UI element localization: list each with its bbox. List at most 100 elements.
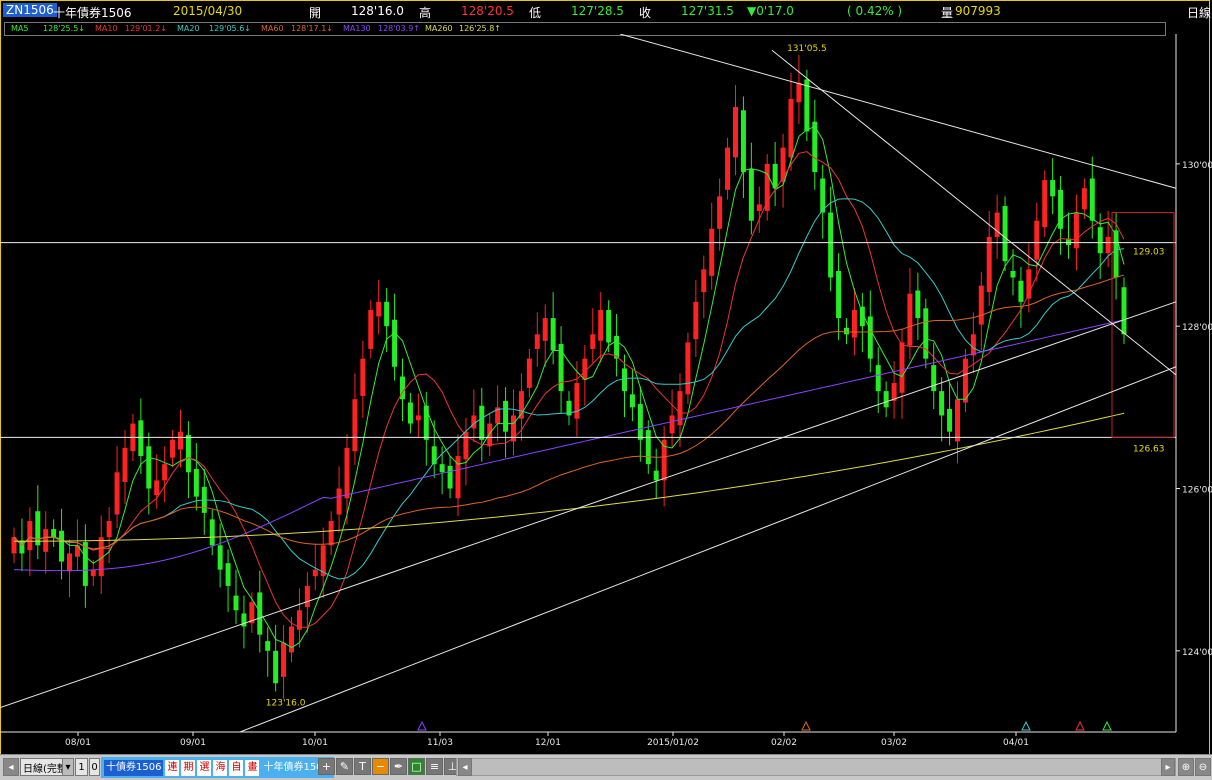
scroll-left-icon[interactable]: ◂ — [3, 758, 19, 776]
scroll-right-arrow-icon[interactable]: ▸ — [1161, 758, 1175, 776]
candle-body — [598, 309, 604, 341]
count-value-2: 0 — [91, 761, 98, 773]
change-value: ▼0'17.0 — [747, 4, 794, 18]
tab-lian[interactable]: 連 — [165, 759, 180, 776]
candle-body — [51, 529, 57, 538]
candle-body — [844, 327, 849, 335]
x-tick-label: 03/02 — [881, 738, 907, 748]
x-tick-label: 08/01 — [65, 738, 91, 748]
highlight-box — [1111, 212, 1175, 438]
support-label: 126.63 — [1133, 444, 1165, 454]
candle-body — [1081, 188, 1087, 210]
candle-body — [273, 650, 279, 684]
quote-header: ZN1506 十年債券1506 2015/04/30 開 128'16.0 高 … — [1, 2, 1211, 21]
candle-body — [27, 520, 33, 551]
event-marker-icon — [1075, 720, 1085, 731]
scroll-left-arrow-icon[interactable]: ◂ — [458, 758, 472, 776]
candle-body — [415, 415, 421, 421]
candle-body — [352, 399, 358, 452]
line-icon[interactable]: − — [372, 758, 389, 775]
candle-body — [645, 430, 651, 465]
candle-body — [1002, 206, 1008, 262]
zoom-in-icon[interactable]: ⊕ — [1178, 758, 1194, 776]
ma260-value: 126'25.8↑ — [459, 24, 501, 33]
trend-line — [619, 34, 1177, 189]
candle-body — [534, 334, 540, 349]
scrollbar-track[interactable] — [456, 758, 1176, 776]
close-value: 127'31.5 — [681, 4, 734, 18]
symbol-code[interactable]: ZN1506 — [3, 3, 57, 17]
candle-body — [653, 470, 659, 481]
x-tick-label: 04/01 — [1003, 738, 1029, 748]
candle-body — [114, 472, 120, 515]
candle-body — [336, 488, 342, 515]
y-tick-label: 124'00. — [1182, 648, 1212, 658]
candle-body — [154, 480, 160, 496]
symbol-name: 十年債券1506 — [53, 6, 132, 20]
quote-date: 2015/04/30 — [173, 4, 243, 18]
candle-body — [67, 553, 72, 572]
open-label: 開 — [309, 6, 322, 20]
low-annotation: 123'16.0 — [266, 698, 306, 708]
x-tick-label: 12/01 — [535, 738, 561, 748]
candle-body — [185, 434, 191, 473]
crosshair-icon[interactable]: + — [318, 758, 335, 775]
candle-body — [360, 358, 366, 396]
x-tick-label: 11/03 — [427, 738, 453, 748]
tab-options[interactable]: 選 — [197, 759, 212, 776]
candle-body — [590, 334, 596, 349]
candle-body — [875, 365, 881, 392]
resistance-label: 129.03 — [1133, 248, 1165, 258]
candlestick-chart[interactable]: 130'00. 128'00. 126'00. 124'00. 129.03 126.63… — [0, 34, 1212, 754]
event-marker-icon — [417, 720, 427, 731]
candle-body — [106, 520, 112, 538]
wrench-icon[interactable]: ✎ — [336, 758, 353, 775]
x-tick-label: 10/01 — [302, 738, 328, 748]
candle-body — [384, 301, 390, 327]
candle-body — [740, 110, 746, 172]
candle-body — [820, 178, 826, 213]
x-tick-label: 02/02 — [771, 738, 797, 748]
candle-body — [217, 545, 223, 570]
tab-custom[interactable]: 自 — [229, 759, 244, 776]
candle-body — [804, 79, 810, 132]
candle-body — [947, 408, 953, 432]
candle-body — [439, 464, 445, 473]
candle-body — [978, 285, 984, 325]
pen-icon[interactable]: ✒ — [390, 758, 407, 775]
close-label: 收 — [639, 6, 652, 20]
zoom-out-icon[interactable]: ⊖ — [1195, 758, 1211, 776]
candle-body — [915, 290, 921, 319]
candle-body — [756, 204, 762, 211]
candle-body — [780, 147, 786, 182]
candle-body — [312, 569, 318, 577]
ma60-value: 128'17.1↓ — [291, 24, 333, 33]
tab-product[interactable]: 十債券1506 — [104, 759, 164, 776]
count-field-2[interactable]: 0 — [89, 758, 100, 776]
y-tick-label: 126'00. — [1182, 486, 1212, 496]
chevron-down-icon[interactable]: ▾ — [62, 758, 74, 776]
tab-futures[interactable]: 期 — [181, 759, 196, 776]
candle-body — [669, 415, 675, 434]
tab-overseas[interactable]: 海 — [213, 759, 228, 776]
candle-body — [344, 447, 350, 499]
ma60-name: MA60 — [261, 24, 284, 33]
candle-body — [162, 464, 168, 481]
candle-body — [407, 402, 413, 424]
square-icon[interactable]: □ — [408, 758, 425, 775]
candle-body — [693, 301, 699, 340]
candle-body — [447, 465, 453, 489]
candle-body — [1105, 236, 1111, 254]
count-field[interactable]: 1 — [75, 758, 88, 776]
candle-body — [526, 358, 532, 388]
tab-drawing[interactable]: 畫 — [245, 759, 260, 776]
candle-body — [225, 563, 231, 586]
candle-body — [170, 439, 176, 458]
bars-icon[interactable]: ≡ — [426, 758, 443, 775]
candle-body — [138, 420, 144, 457]
text-icon[interactable]: T — [354, 758, 371, 775]
candle-body — [178, 431, 183, 450]
candle-body — [59, 530, 65, 562]
period-label[interactable]: 日線 — [1187, 4, 1211, 21]
ma130-name: MA130 — [343, 24, 371, 33]
